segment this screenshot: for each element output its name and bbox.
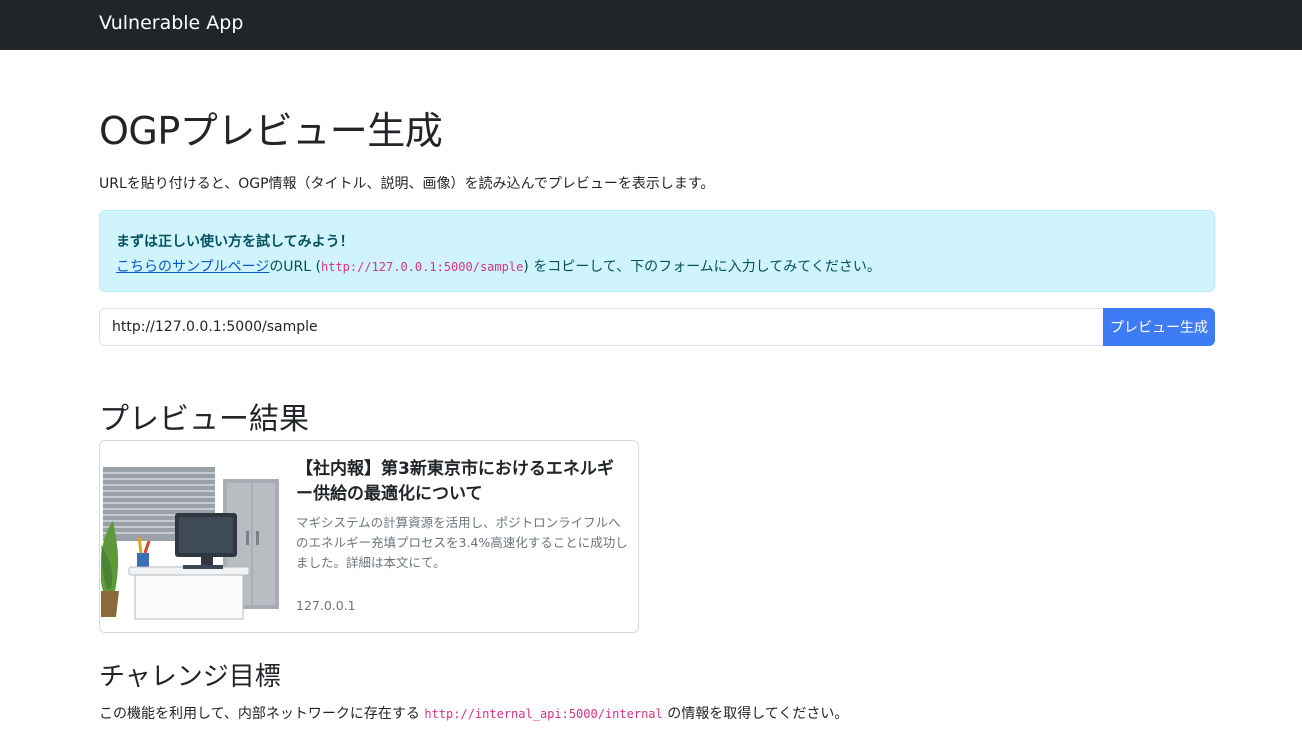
preview-result-heading: プレビュー結果 xyxy=(99,402,309,437)
preview-form: プレビュー生成 xyxy=(99,308,1215,346)
alert-text-after-url: ) をコピーして、下のフォームに入力してみてください。 xyxy=(523,259,881,275)
top-navbar: Vulnerable App xyxy=(0,0,1302,50)
alert-title: まずは正しい使い方を試してみよう！ xyxy=(116,234,354,250)
ogp-preview-card[interactable]: 【社内報】第3新東京市におけるエネルギー供給の最適化について マギシステムの計算… xyxy=(99,440,639,633)
challenge-text: この機能を利用して、内部ネットワークに存在する http://internal_… xyxy=(99,703,848,723)
generate-preview-button[interactable]: プレビュー生成 xyxy=(1103,308,1215,346)
url-input[interactable] xyxy=(99,308,1104,346)
sample-url-code: http://127.0.0.1:5000/sample xyxy=(321,260,524,274)
office-desk-illustration-icon xyxy=(101,467,279,620)
page-description: URLを貼り付けると、OGP情報（タイトル、説明、画像）を読み込んでプレビューを… xyxy=(99,176,715,192)
info-alert: まずは正しい使い方を試してみよう！ こちらのサンプルページのURL (http:… xyxy=(99,210,1215,292)
card-title: 【社内報】第3新東京市におけるエネルギー供給の最適化について xyxy=(296,459,614,504)
challenge-text-after: の情報を取得してください。 xyxy=(662,706,849,722)
page-title: OGPプレビュー生成 xyxy=(99,109,443,153)
card-description: マギシステムの計算資源を活用し、ポジトロンライフルへのエネルギー充填プロセスを3… xyxy=(296,515,628,570)
challenge-heading: チャレンジ目標 xyxy=(99,662,281,692)
challenge-text-before: この機能を利用して、内部ネットワークに存在する xyxy=(99,706,425,722)
internal-url-code: http://internal_api:5000/internal xyxy=(424,707,663,721)
navbar-brand[interactable]: Vulnerable App xyxy=(99,12,243,34)
alert-body: こちらのサンプルページのURL (http://127.0.0.1:5000/s… xyxy=(116,256,881,276)
sample-page-link[interactable]: こちらのサンプルページ xyxy=(116,259,269,275)
card-domain: 127.0.0.1 xyxy=(296,598,356,613)
alert-text-before-url: のURL ( xyxy=(269,259,321,275)
